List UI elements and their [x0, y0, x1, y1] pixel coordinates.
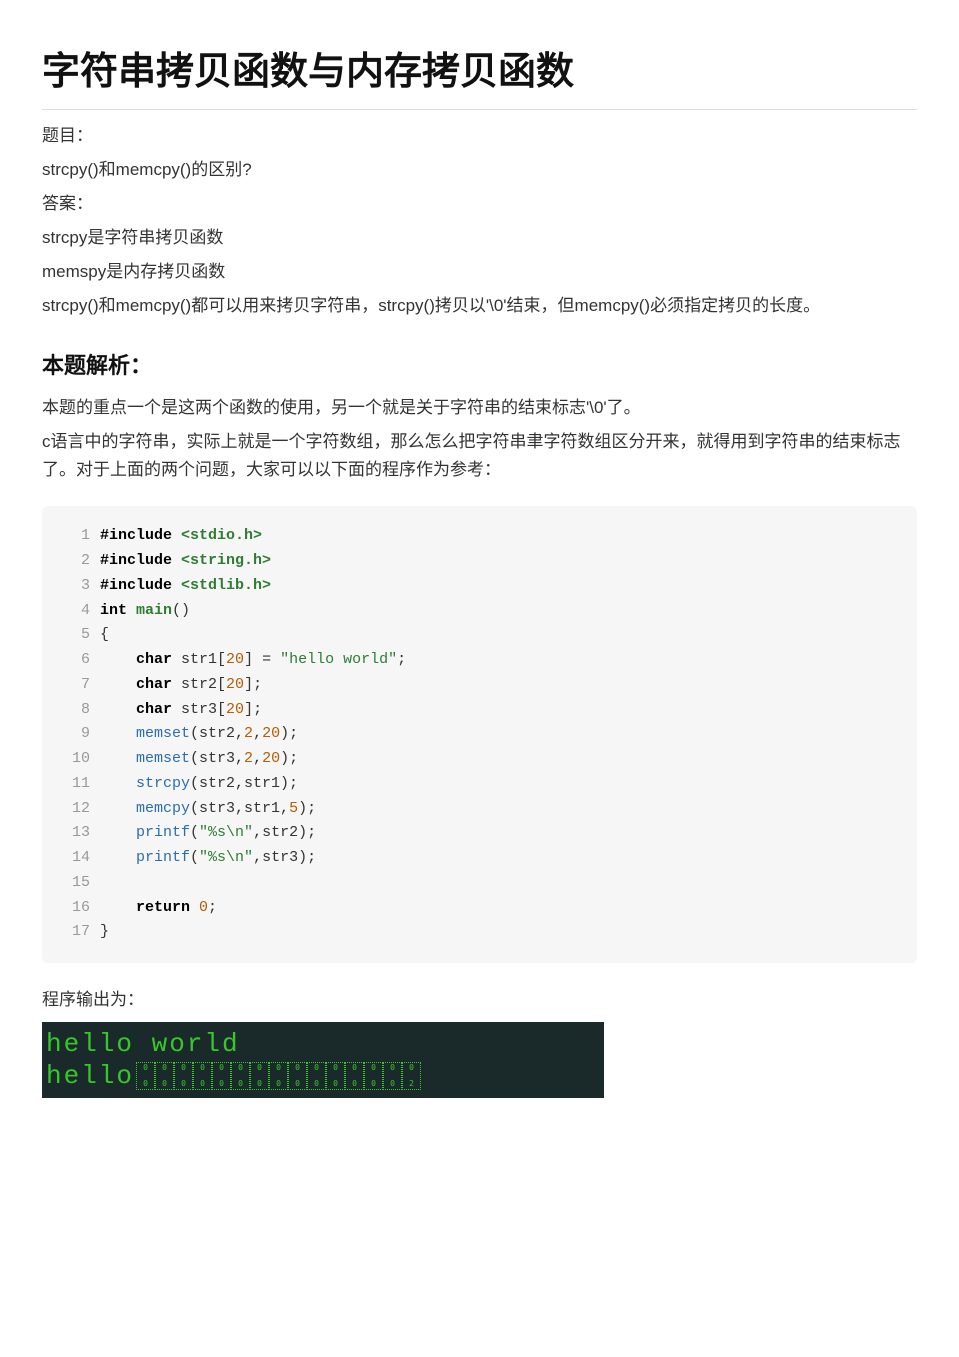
- garbage-char: 00: [231, 1062, 250, 1090]
- code-line: 8 char str3[20];: [64, 698, 895, 723]
- code-line: 17}: [64, 920, 895, 945]
- code-line: 13 printf("%s\n",str2);: [64, 821, 895, 846]
- code-line: 11 strcpy(str2,str1);: [64, 772, 895, 797]
- page-title: 字符串拷贝函数与内存拷贝函数: [42, 40, 917, 110]
- garbage-char: 00: [212, 1062, 231, 1090]
- garbage-char: 00: [269, 1062, 288, 1090]
- code-line: 3#include <stdlib.h>: [64, 574, 895, 599]
- code-line: 16 return 0;: [64, 896, 895, 921]
- answer-line-1: strcpy是字符串拷贝函数: [42, 224, 917, 252]
- garbage-char: 00: [136, 1062, 155, 1090]
- garbage-char: 00: [174, 1062, 193, 1090]
- label-answer: 答案：: [42, 190, 917, 218]
- label-question: 题目：: [42, 122, 917, 150]
- code-line: 12 memcpy(str3,str1,5);: [64, 797, 895, 822]
- code-line: 14 printf("%s\n",str3);: [64, 846, 895, 871]
- output-label: 程序输出为：: [42, 985, 917, 1010]
- garbage-char: 00: [155, 1062, 174, 1090]
- analysis-block: 本题的重点一个是这两个函数的使用，另一个就是关于字符串的结束标志'\0'了。 c…: [42, 394, 917, 484]
- garbage-chars: 000000000000000000000000000002: [136, 1062, 421, 1090]
- code-line: 4int main(): [64, 599, 895, 624]
- code-line: 1#include <stdio.h>: [64, 524, 895, 549]
- section-heading: 本题解析：: [42, 348, 917, 380]
- garbage-char: 00: [326, 1062, 345, 1090]
- garbage-char: 00: [364, 1062, 383, 1090]
- code-line: 10 memset(str3,2,20);: [64, 747, 895, 772]
- terminal-line-1: hello world: [46, 1028, 600, 1060]
- garbage-char: 00: [250, 1062, 269, 1090]
- answer-line-3: strcpy()和memcpy()都可以用来拷贝字符串，strcpy()拷贝以'…: [42, 292, 917, 320]
- garbage-char: 02: [402, 1062, 421, 1090]
- garbage-char: 00: [288, 1062, 307, 1090]
- code-line: 6 char str1[20] = "hello world";: [64, 648, 895, 673]
- code-line: 5{: [64, 623, 895, 648]
- code-line: 2#include <string.h>: [64, 549, 895, 574]
- code-line: 7 char str2[20];: [64, 673, 895, 698]
- answer-line-2: memspy是内存拷贝函数: [42, 258, 917, 286]
- code-line: 9 memset(str2,2,20);: [64, 722, 895, 747]
- question-text: strcpy()和memcpy()的区别?: [42, 156, 917, 184]
- code-block: 1#include <stdio.h> 2#include <string.h>…: [42, 506, 917, 963]
- question-block: 题目： strcpy()和memcpy()的区别? 答案： strcpy是字符串…: [42, 122, 917, 320]
- terminal-line-2: hello 000000000000000000000000000002: [46, 1060, 600, 1092]
- garbage-char: 00: [383, 1062, 402, 1090]
- code-line: 15: [64, 871, 895, 896]
- terminal-output: hello world hello 0000000000000000000000…: [42, 1022, 604, 1098]
- analysis-p2: c语言中的字符串，实际上就是一个字符数组，那么怎么把字符串聿字符数组区分开来，就…: [42, 428, 917, 484]
- garbage-char: 00: [193, 1062, 212, 1090]
- garbage-char: 00: [345, 1062, 364, 1090]
- analysis-p1: 本题的重点一个是这两个函数的使用，另一个就是关于字符串的结束标志'\0'了。: [42, 394, 917, 422]
- garbage-char: 00: [307, 1062, 326, 1090]
